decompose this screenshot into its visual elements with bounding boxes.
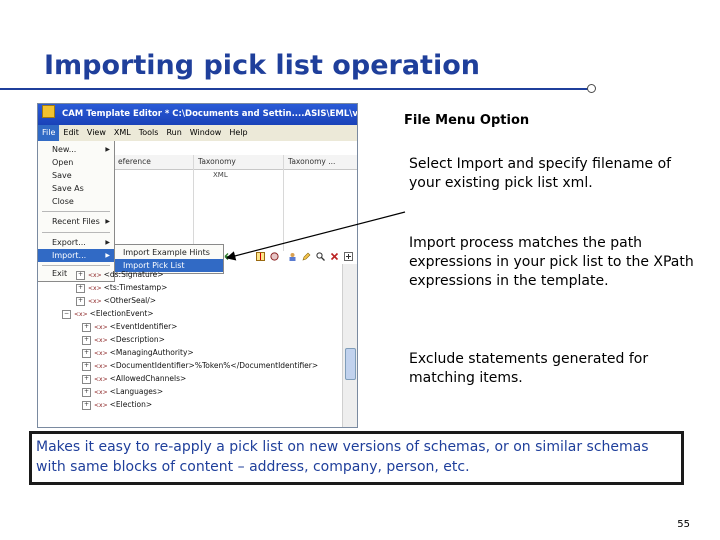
toolbar-find-icon[interactable] <box>316 252 325 261</box>
xml-element-icon: <x> <box>94 402 108 409</box>
summary-note-box: Makes it easy to re-apply a pick list on… <box>29 431 684 485</box>
menu-edit[interactable]: Edit <box>59 125 83 141</box>
menu-view[interactable]: View <box>83 125 110 141</box>
file-menu-item-save-as[interactable]: Save As <box>38 182 114 195</box>
menu-separator <box>42 211 110 212</box>
xml-element-icon: <x> <box>94 363 108 370</box>
file-menu-item-save[interactable]: Save <box>38 169 114 182</box>
file-menu-item-new[interactable]: New... ▶ <box>38 143 114 156</box>
tree-node[interactable]: + <x> <EventIdentifier> <box>82 322 177 332</box>
xml-element-icon: <x> <box>94 337 108 344</box>
window-title: CAM Template Editor * C:\Documents and S… <box>61 109 357 119</box>
submenu-import-example-hints[interactable]: Import Example Hints <box>115 246 223 259</box>
xml-element-icon: <x> <box>94 350 108 357</box>
cam-editor-screenshot: CAM Template Editor * C:\Documents and S… <box>37 103 358 428</box>
editor-grid: eference Taxonomy Taxonomy ... XML <box>98 141 357 251</box>
tree-toolbar <box>222 250 356 264</box>
expand-icon[interactable]: + <box>82 375 91 384</box>
grid-header: eference Taxonomy Taxonomy ... <box>98 155 357 170</box>
file-menu-item-close[interactable]: Close <box>38 195 114 208</box>
page-number: 55 <box>677 519 690 530</box>
expand-icon[interactable]: + <box>76 297 85 306</box>
xml-element-icon: <x> <box>94 324 108 331</box>
grid-cell-taxonomy: XML <box>213 171 228 179</box>
callout-exclude-statements: Exclude statements generated for matchin… <box>409 351 649 386</box>
title-underline <box>0 88 590 90</box>
submenu-arrow-icon: ▶ <box>105 146 110 153</box>
tree-node[interactable]: + <x> <Election> <box>82 400 152 410</box>
toolbar-split-icon[interactable] <box>256 252 265 261</box>
file-menu-item-export[interactable]: Export... ▶ <box>38 236 114 249</box>
toolbar-expand-icon[interactable] <box>344 252 353 261</box>
window-titlebar: CAM Template Editor * C:\Documents and S… <box>38 104 357 125</box>
tree-node[interactable]: − <x> <ElectionEvent> <box>62 309 154 319</box>
menu-tools[interactable]: Tools <box>135 125 163 141</box>
callout-import-process: Import process matches the path expressi… <box>409 235 694 289</box>
expand-icon[interactable]: + <box>82 349 91 358</box>
grid-header-taxonomy[interactable]: Taxonomy <box>198 155 236 169</box>
expand-icon[interactable]: + <box>82 323 91 332</box>
toolbar-edit-icon[interactable] <box>302 252 311 261</box>
toolbar-user-icon[interactable] <box>288 252 297 261</box>
app-icon <box>42 105 55 118</box>
toolbar-delete-icon[interactable] <box>330 252 339 261</box>
expand-icon[interactable]: + <box>76 271 85 280</box>
submenu-arrow-icon: ▶ <box>105 239 110 246</box>
menu-run[interactable]: Run <box>162 125 185 141</box>
menu-help[interactable]: Help <box>225 125 251 141</box>
tree-node[interactable]: + <x> <ds:Signature> <box>76 270 164 280</box>
tree-node[interactable]: + <x> <Description> <box>82 335 165 345</box>
tree-node[interactable]: + <x> <OtherSeal/> <box>76 296 156 306</box>
file-menu-item-import[interactable]: Import... ▶ <box>38 249 114 262</box>
menu-file[interactable]: File <box>38 125 60 141</box>
tree-node[interactable]: + <x> <DocumentIdentifier>%Token%</Documen… <box>82 361 318 371</box>
grid-header-reference[interactable]: eference <box>118 155 151 169</box>
slide-title: Importing pick list operation <box>44 50 480 81</box>
tree-scrollbar[interactable] <box>342 264 357 427</box>
summary-note-text: Makes it easy to re-apply a pick list on… <box>36 439 649 475</box>
xml-element-icon: <x> <box>94 389 108 396</box>
callout-heading: File Menu Option <box>404 113 530 128</box>
file-menu-item-open[interactable]: Open <box>38 156 114 169</box>
xml-element-icon: <x> <box>74 311 88 318</box>
submenu-arrow-icon: ▶ <box>105 252 110 259</box>
menu-bar: File Edit View XML Tools Run Window Help <box>38 125 357 141</box>
tree-node[interactable]: + <x> <AllowedChannels> <box>82 374 186 384</box>
grid-divider <box>193 155 194 251</box>
expand-icon[interactable]: + <box>82 336 91 345</box>
file-menu-item-recent-files[interactable]: Recent Files ▶ <box>38 215 114 228</box>
xml-element-icon: <x> <box>94 376 108 383</box>
expand-icon[interactable]: + <box>82 388 91 397</box>
scrollbar-thumb[interactable] <box>345 348 356 380</box>
expand-icon[interactable]: + <box>82 401 91 410</box>
toolbar-merge-icon[interactable] <box>270 252 279 261</box>
toolbar-arrow-icon[interactable] <box>224 252 233 261</box>
expand-icon[interactable]: + <box>76 284 85 293</box>
tree-node[interactable]: + <x> <Languages> <box>82 387 163 397</box>
grid-header-taxonomy-2[interactable]: Taxonomy ... <box>288 155 335 169</box>
collapse-icon[interactable]: − <box>62 310 71 319</box>
menu-window[interactable]: Window <box>186 125 226 141</box>
expand-icon[interactable]: + <box>82 362 91 371</box>
menu-xml[interactable]: XML <box>110 125 135 141</box>
submenu-arrow-icon: ▶ <box>105 218 110 225</box>
callout-select-import: Select Import and specify filename of yo… <box>409 156 672 191</box>
tree-node[interactable]: + <x> <ManagingAuthority> <box>82 348 194 358</box>
xml-element-icon: <x> <box>88 298 102 305</box>
tree-node[interactable]: + <x> <ts:Timestamp> <box>76 283 167 293</box>
file-menu-dropdown: New... ▶ Open Save Save As Close Recent F… <box>38 141 115 282</box>
grid-divider <box>283 155 284 251</box>
xml-structure-tree: + <x> <ds:Signature> + <x> <ts:Timestamp> + <… <box>38 264 342 427</box>
menu-separator <box>42 232 110 233</box>
title-rule-endpoint <box>587 84 596 93</box>
xml-element-icon: <x> <box>88 272 102 279</box>
xml-element-icon: <x> <box>88 285 102 292</box>
